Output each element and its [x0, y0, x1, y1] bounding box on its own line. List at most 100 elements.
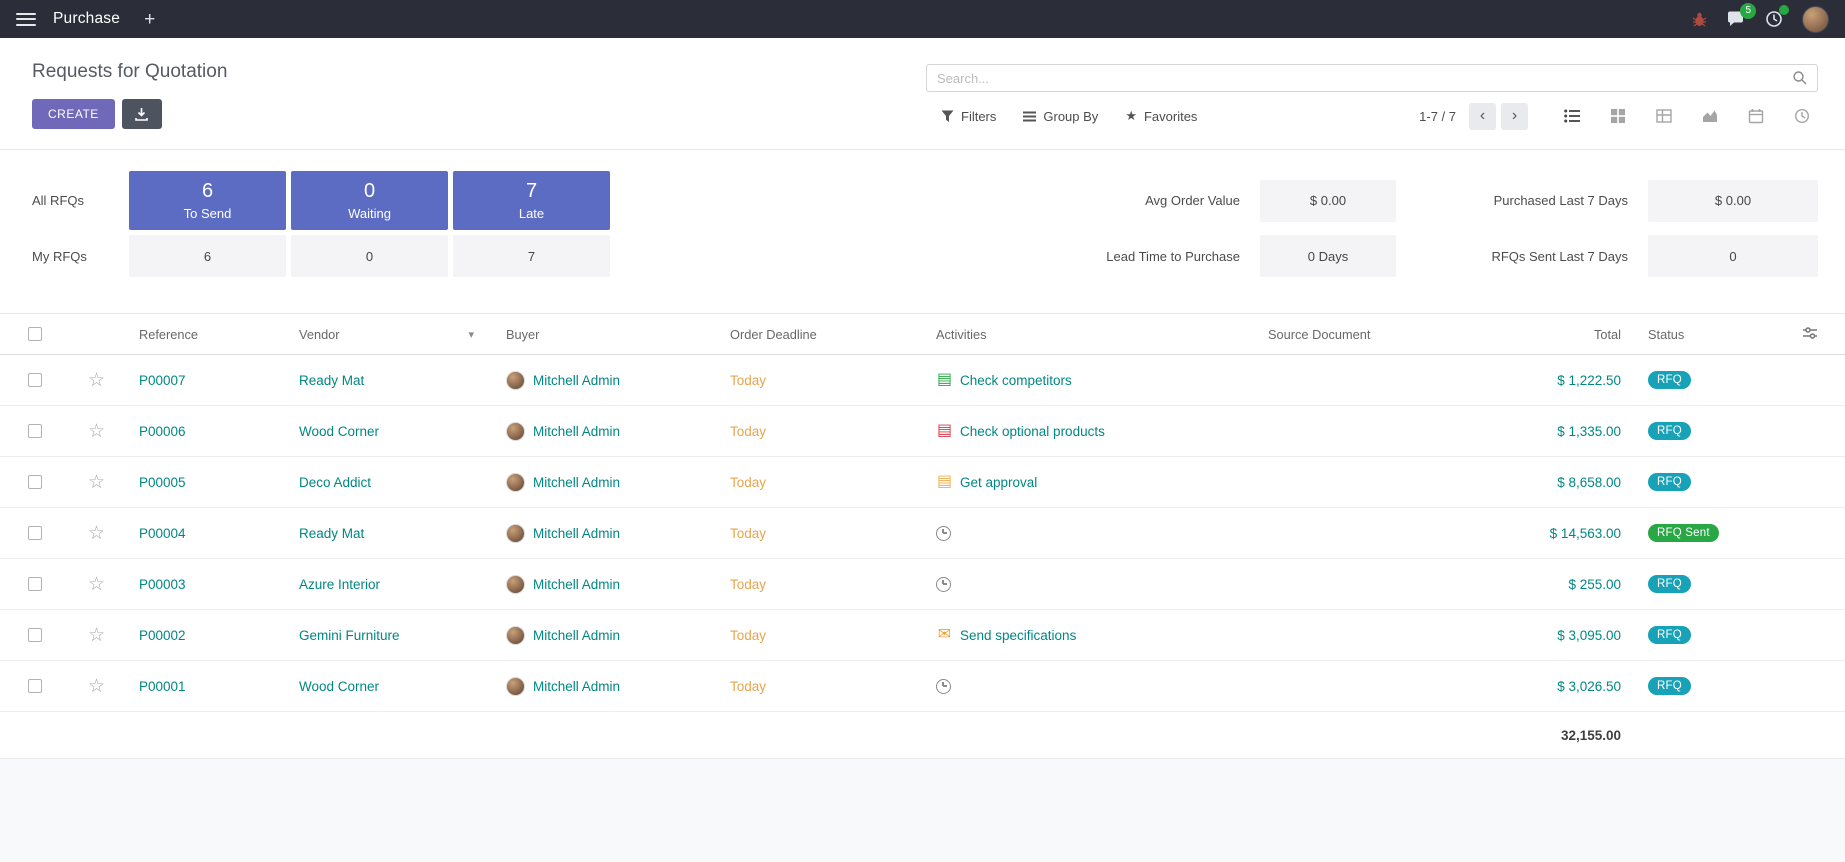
buyer-link[interactable]: Mitchell Admin — [533, 475, 620, 490]
table-row[interactable]: ☆ P00002 Gemini Furniture Mitchell Admin… — [0, 610, 1845, 661]
activities-clock-icon[interactable] — [1765, 10, 1783, 28]
table-row[interactable]: ☆ P00001 Wood Corner Mitchell Admin Toda… — [0, 661, 1845, 712]
buyer-link[interactable]: Mitchell Admin — [533, 373, 620, 388]
vendor-link[interactable]: Deco Addict — [299, 475, 371, 490]
activity-label[interactable]: Get approval — [960, 475, 1037, 490]
table-row[interactable]: ☆ P00005 Deco Addict Mitchell Admin Toda… — [0, 457, 1845, 508]
activity-cell[interactable] — [920, 679, 1252, 694]
group-by-button[interactable]: Group By — [1023, 108, 1098, 124]
activity-clock-icon[interactable] — [936, 526, 951, 541]
user-avatar[interactable] — [1802, 6, 1829, 33]
column-header-status[interactable]: Status — [1635, 327, 1775, 342]
vendor-link[interactable]: Wood Corner — [299, 679, 379, 694]
status-badge: RFQ — [1648, 473, 1691, 492]
favorite-star-icon[interactable]: ☆ — [88, 422, 105, 441]
favorite-star-icon[interactable]: ☆ — [88, 524, 105, 543]
favorite-star-icon[interactable]: ☆ — [88, 575, 105, 594]
pivot-view-icon[interactable] — [1648, 103, 1680, 130]
kanban-view-icon[interactable] — [1602, 103, 1634, 130]
vendor-link[interactable]: Gemini Furniture — [299, 628, 400, 643]
card-waiting[interactable]: 0 Waiting — [291, 171, 448, 230]
vendor-link[interactable]: Ready Mat — [299, 373, 364, 388]
reference-link[interactable]: P00006 — [139, 424, 186, 439]
reference-link[interactable]: P00004 — [139, 526, 186, 541]
activity-cell[interactable] — [920, 577, 1252, 592]
activity-cell[interactable]: Get approval — [920, 474, 1252, 491]
activity-type-icon[interactable] — [936, 423, 953, 440]
search-box[interactable] — [926, 64, 1818, 92]
activity-clock-icon[interactable] — [936, 679, 951, 694]
activity-cell[interactable]: Check optional products — [920, 423, 1252, 440]
row-checkbox[interactable] — [28, 679, 42, 693]
reference-link[interactable]: P00003 — [139, 577, 186, 592]
activity-view-icon[interactable] — [1786, 103, 1818, 130]
column-header-reference[interactable]: Reference — [123, 327, 283, 342]
debug-bug-icon[interactable] — [1691, 11, 1708, 28]
activity-cell[interactable]: Send specifications — [920, 627, 1252, 644]
card-late[interactable]: 7 Late — [453, 171, 610, 230]
graph-view-icon[interactable] — [1694, 103, 1726, 130]
calendar-view-icon[interactable] — [1740, 103, 1772, 130]
activity-cell[interactable]: Check competitors — [920, 372, 1252, 389]
my-to-send-count[interactable]: 6 — [129, 235, 286, 277]
favorite-star-icon[interactable]: ☆ — [88, 626, 105, 645]
activity-clock-icon[interactable] — [936, 577, 951, 592]
buyer-link[interactable]: Mitchell Admin — [533, 424, 620, 439]
filters-button[interactable]: Filters — [941, 108, 996, 124]
column-header-source-document[interactable]: Source Document — [1252, 327, 1462, 342]
pager-previous-button[interactable]: ‹ — [1469, 103, 1496, 130]
table-row[interactable]: ☆ P00006 Wood Corner Mitchell Admin Toda… — [0, 406, 1845, 457]
messages-icon[interactable]: 5 — [1727, 11, 1746, 28]
reference-link[interactable]: P00002 — [139, 628, 186, 643]
create-button[interactable]: CREATE — [32, 99, 115, 129]
buyer-link[interactable]: Mitchell Admin — [533, 577, 620, 592]
buyer-link[interactable]: Mitchell Admin — [533, 526, 620, 541]
row-checkbox[interactable] — [28, 424, 42, 438]
column-header-buyer[interactable]: Buyer — [490, 327, 714, 342]
row-checkbox[interactable] — [28, 628, 42, 642]
row-checkbox[interactable] — [28, 373, 42, 387]
optional-columns-icon[interactable] — [1802, 325, 1818, 344]
activity-type-icon[interactable] — [936, 372, 953, 389]
activity-cell[interactable] — [920, 526, 1252, 541]
column-header-order-deadline[interactable]: Order Deadline — [714, 327, 920, 342]
reference-link[interactable]: P00007 — [139, 373, 186, 388]
vendor-link[interactable]: Wood Corner — [299, 424, 379, 439]
app-name[interactable]: Purchase — [53, 10, 120, 28]
activity-label[interactable]: Check optional products — [960, 424, 1105, 439]
activity-label[interactable]: Check competitors — [960, 373, 1072, 388]
card-to-send[interactable]: 6 To Send — [129, 171, 286, 230]
select-all-checkbox[interactable] — [28, 327, 42, 341]
favorite-star-icon[interactable]: ☆ — [88, 473, 105, 492]
row-checkbox[interactable] — [28, 475, 42, 489]
table-row[interactable]: ☆ P00007 Ready Mat Mitchell Admin Today … — [0, 355, 1845, 406]
my-waiting-count[interactable]: 0 — [291, 235, 448, 277]
apps-menu-icon[interactable] — [16, 13, 36, 26]
pager-next-button[interactable]: › — [1501, 103, 1528, 130]
buyer-link[interactable]: Mitchell Admin — [533, 628, 620, 643]
export-button[interactable] — [122, 99, 162, 129]
activity-envelope-icon[interactable] — [936, 627, 953, 644]
row-checkbox[interactable] — [28, 577, 42, 591]
vendor-link[interactable]: Azure Interior — [299, 577, 380, 592]
activity-type-icon[interactable] — [936, 474, 953, 491]
reference-link[interactable]: P00005 — [139, 475, 186, 490]
column-header-activities[interactable]: Activities — [920, 327, 1252, 342]
search-input[interactable] — [927, 71, 1792, 86]
buyer-link[interactable]: Mitchell Admin — [533, 679, 620, 694]
table-row[interactable]: ☆ P00003 Azure Interior Mitchell Admin T… — [0, 559, 1845, 610]
table-row[interactable]: ☆ P00004 Ready Mat Mitchell Admin Today … — [0, 508, 1845, 559]
column-header-vendor[interactable]: Vendor▾ — [283, 327, 490, 342]
favorites-button[interactable]: ★ Favorites — [1125, 108, 1197, 124]
favorite-star-icon[interactable]: ☆ — [88, 677, 105, 696]
navbar-plus-icon[interactable]: + — [144, 10, 155, 29]
activity-label[interactable]: Send specifications — [960, 628, 1076, 643]
row-checkbox[interactable] — [28, 526, 42, 540]
my-late-count[interactable]: 7 — [453, 235, 610, 277]
vendor-link[interactable]: Ready Mat — [299, 526, 364, 541]
reference-link[interactable]: P00001 — [139, 679, 186, 694]
column-header-total[interactable]: Total — [1462, 327, 1635, 342]
search-icon[interactable] — [1792, 70, 1808, 86]
favorite-star-icon[interactable]: ☆ — [88, 371, 105, 390]
list-view-icon[interactable] — [1556, 103, 1588, 130]
